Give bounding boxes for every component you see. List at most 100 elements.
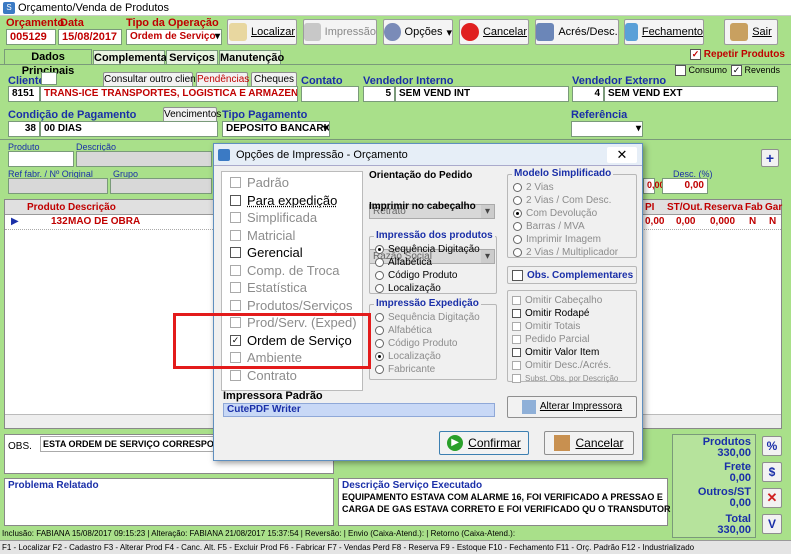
alterar-impressora-button[interactable]: Alterar Impressora [507, 396, 637, 418]
radio-option[interactable]: Localização [375, 350, 480, 363]
omit-option[interactable]: Omitir Rodapé [512, 307, 618, 320]
grid-col-gar: Gar [765, 202, 783, 213]
checkbox-unchecked [512, 374, 521, 383]
localizar-button[interactable]: Localizar [227, 19, 297, 45]
print-option-label: Gerencial [247, 245, 303, 260]
cancelar-button[interactable]: Cancelar [459, 19, 529, 45]
print-option-3[interactable]: Matricial [230, 228, 295, 243]
referencia-select[interactable]: ▾ [571, 121, 643, 137]
delete-button[interactable]: ✕ [762, 488, 782, 508]
print-option-1[interactable]: Para expedição [230, 193, 337, 208]
radio-option[interactable]: Sequência Digitação [375, 243, 480, 256]
omit-option[interactable]: Omitir Valor Item [512, 346, 618, 359]
condicao-code-field[interactable]: 38 [8, 121, 40, 137]
vendedor-externo-name[interactable]: SEM VEND EXT [604, 86, 778, 102]
add-product-button[interactable]: + [761, 149, 779, 167]
sair-label: Sair [752, 26, 772, 38]
radio-option[interactable]: Alfabética [375, 324, 480, 337]
sair-button[interactable]: Sair [724, 19, 778, 45]
radio-option[interactable]: Imprimir Imagem [513, 233, 618, 246]
radio-icon [375, 284, 384, 293]
impressora-padrao-label: Impressora Padrão [223, 390, 323, 402]
print-option-2[interactable]: Simplificada [230, 210, 317, 225]
print-option-4[interactable]: Gerencial [230, 245, 303, 260]
contato-field[interactable] [301, 86, 359, 102]
print-option-7[interactable]: Produtos/Serviços [230, 298, 353, 313]
exit-door-icon [730, 23, 749, 41]
tab-dados-principais[interactable]: Dados Principais [4, 49, 92, 77]
opcoes-button[interactable]: Opções ▾ [383, 19, 453, 45]
print-option-5[interactable]: Comp. de Troca [230, 263, 340, 278]
obs-label: OBS. [8, 441, 32, 452]
radio-label: Com Devolução [526, 208, 598, 219]
radio-icon [513, 183, 522, 192]
chevron-down-icon: ▾ [446, 26, 452, 39]
radio-option[interactable]: 2 Vias / Com Desc. [513, 194, 618, 207]
vendedor-interno-name[interactable]: SEM VEND INT [395, 86, 569, 102]
radio-option[interactable]: Localização [375, 282, 480, 295]
ref-fabr-input[interactable] [8, 178, 108, 194]
omit-option[interactable]: Pedido Parcial [512, 333, 618, 346]
condicao-pagamento-label: Condição de Pagamento [8, 109, 137, 121]
checkbox-unchecked [512, 269, 523, 281]
exit-door-icon [554, 435, 571, 451]
radio-option[interactable]: Alfabética [375, 256, 480, 269]
cliente-search-field[interactable] [41, 72, 57, 85]
radio-option[interactable]: Sequência Digitação [375, 311, 480, 324]
radio-option[interactable]: 2 Vias / Multiplicador [513, 246, 618, 259]
function-keys-bar: F1 - Localizar F2 - Cadastro F3 - Altera… [0, 540, 791, 554]
print-option-11[interactable]: Contrato [230, 368, 297, 383]
produtos-total-value: 330,00 [717, 447, 751, 459]
consumo-checkbox[interactable]: Consumo [675, 65, 728, 77]
tab-complementar[interactable]: Complementar [93, 50, 171, 64]
checkbox-unchecked [512, 348, 521, 357]
omit-option[interactable]: Omitir Desc./Acrés. [512, 359, 618, 372]
percent-button[interactable]: % [762, 436, 782, 456]
dollar-icon: $ [768, 465, 776, 479]
acres-desc-button[interactable]: Acrés/Desc. [535, 19, 619, 45]
repetir-produtos-checkbox[interactable]: ✓ Repetir Produtos [690, 49, 785, 60]
omit-option[interactable]: Omitir Totais [512, 320, 618, 333]
radio-icon [375, 352, 384, 361]
tab-manutencao[interactable]: Manutenção [219, 50, 284, 64]
print-option-6[interactable]: Estatística [230, 280, 307, 295]
radio-option[interactable]: Barras / MVA [513, 220, 618, 233]
cancelar-dialog-button[interactable]: Cancelar [544, 431, 634, 455]
radio-option[interactable]: Código Produto [375, 337, 480, 350]
radio-option[interactable]: Com Devolução [513, 207, 618, 220]
date-field[interactable]: 15/08/2017 [58, 29, 122, 45]
dialog-close-button[interactable]: ✕ [607, 147, 637, 163]
confirm-check-button[interactable]: V [762, 514, 782, 534]
radio-icon [375, 326, 384, 335]
obs-complementares-label: Obs. Complementares [527, 269, 634, 281]
dollar-button[interactable]: $ [762, 462, 782, 482]
consumo-label: Consumo [688, 65, 728, 75]
descricao-input[interactable] [76, 151, 212, 167]
tab-servicos[interactable]: Serviços [166, 50, 218, 64]
print-option-0[interactable]: Padrão [230, 175, 289, 190]
omit-option[interactable]: Omitir Cabeçalho [512, 294, 618, 307]
produto-code-input[interactable] [8, 151, 74, 167]
tipo-pagamento-select[interactable]: DEPOSITO BANCARIO ▾ [222, 121, 330, 137]
cliente-name-field[interactable]: TRANS-ICE TRANSPORTES, LOGISTICA E ARMAZ… [40, 86, 298, 102]
desc-pct-field[interactable]: 0,00 [662, 178, 708, 194]
condicao-name-field[interactable]: 00 DIAS [40, 121, 218, 137]
radio-option[interactable]: Código Produto [375, 269, 480, 282]
vendedor-interno-code[interactable]: 5 [363, 86, 395, 102]
vendedor-externo-code[interactable]: 4 [572, 86, 604, 102]
obs-complementares-checkbox[interactable]: Obs. Complementares [507, 266, 637, 284]
checkbox-unchecked [230, 247, 241, 258]
radio-option[interactable]: Fabricante [375, 363, 480, 376]
cliente-code-field[interactable]: 8151 [8, 86, 40, 102]
revends-checkbox[interactable]: ✓ Revends [731, 65, 780, 77]
tipo-operacao-select[interactable]: Ordem de Serviço ▾ [126, 29, 222, 45]
fechamento-button[interactable]: Fechamento [624, 19, 704, 45]
printer-icon [521, 400, 536, 414]
impressao-button[interactable]: Impressão [303, 19, 377, 45]
outros-value: 0,00 [729, 497, 751, 509]
orcamento-number-field[interactable]: 005129 [6, 29, 56, 45]
radio-option[interactable]: 2 Vias [513, 181, 618, 194]
grupo-input[interactable] [110, 178, 212, 194]
omit-option[interactable]: Subst. Obs. por Descrição [512, 372, 618, 385]
confirmar-button[interactable]: ▶ Confirmar [439, 431, 529, 455]
